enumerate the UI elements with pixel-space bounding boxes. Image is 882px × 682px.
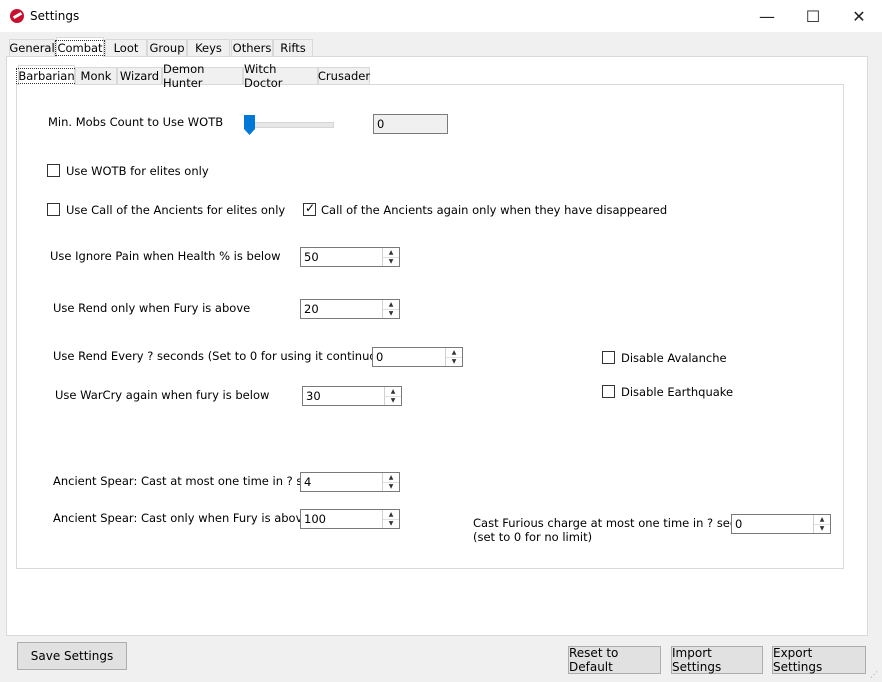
tab-rifts[interactable]: Rifts [273,39,313,56]
cota-again-disappeared-checkbox[interactable] [303,201,316,216]
resize-grip-icon[interactable]: ⋰ [870,670,880,680]
spin-down-icon[interactable]: ▼ [383,482,399,491]
rend-every-value: 0 [376,350,384,364]
barbarian-tab-page [16,84,844,569]
warcry-input[interactable]: 30 ▲ ▼ [302,386,402,406]
maximize-button[interactable]: ☐ [790,0,836,32]
spin-down-icon[interactable]: ▼ [383,519,399,528]
spear-cast-input[interactable]: 4 ▲ ▼ [300,472,400,492]
disable-earthquake-checkbox[interactable] [602,385,615,398]
spear-fury-value: 100 [304,512,326,526]
spear-fury-label: Ancient Spear: Cast only when Fury is ab… [53,511,310,525]
tab-keys[interactable]: Keys [187,39,230,56]
disable-earthquake-label[interactable]: Disable Earthquake [621,385,733,399]
furious-charge-input[interactable]: 0 ▲ ▼ [731,514,831,534]
wotb-min-mobs-label: Min. Mobs Count to Use WOTB [48,115,224,129]
wotb-min-mobs-slider-track[interactable] [248,122,334,128]
save-settings-button[interactable]: Save Settings [17,642,127,670]
ignore-pain-input[interactable]: 50 ▲ ▼ [300,247,400,267]
furious-charge-label: Cast Furious charge at most one time in … [473,516,764,530]
ignore-pain-value: 50 [304,250,319,264]
wotb-min-mobs-value-box: 0 [373,114,448,134]
disable-avalanche-checkbox[interactable] [602,351,615,364]
window-title: Settings [30,9,80,23]
tab-monk[interactable]: Monk [75,67,117,84]
spin-down-icon[interactable]: ▼ [383,309,399,318]
spear-fury-input[interactable]: 100 ▲ ▼ [300,509,400,529]
rend-every-label: Use Rend Every ? seconds (Set to 0 for u… [53,349,405,363]
import-settings-button[interactable]: Import Settings [671,646,763,674]
tab-group[interactable]: Group [147,39,187,56]
furious-charge-value: 0 [735,517,743,531]
rend-fury-value: 20 [304,302,319,316]
tab-demon-hunter[interactable]: Demon Hunter [162,62,243,90]
tab-witch-doctor[interactable]: Witch Doctor [243,62,318,90]
tab-crusader[interactable]: Crusader [318,67,370,84]
rend-every-input[interactable]: 0 ▲ ▼ [372,347,463,367]
minimize-button[interactable]: — [744,0,790,32]
tab-general[interactable]: General [9,39,55,56]
spear-cast-value: 4 [304,475,312,489]
spin-down-icon[interactable]: ▼ [814,524,830,533]
disable-avalanche-label[interactable]: Disable Avalanche [621,351,727,365]
wotb-min-mobs-slider-thumb[interactable] [244,115,255,135]
rend-fury-label: Use Rend only when Fury is above [53,301,251,315]
spin-down-icon[interactable]: ▼ [446,357,462,366]
ignore-pain-label: Use Ignore Pain when Health % is below [50,249,281,263]
furious-charge-sublabel: (set to 0 for no limit) [473,530,593,544]
warcry-label: Use WarCry again when fury is below [55,388,270,402]
tab-combat[interactable]: Combat [55,37,105,57]
cota-elites-only-label[interactable]: Use Call of the Ancients for elites only [66,203,285,217]
wotb-min-mobs-value: 0 [377,117,385,131]
cota-elites-only-checkbox[interactable] [47,203,60,216]
rend-fury-input[interactable]: 20 ▲ ▼ [300,299,400,319]
cota-again-disappeared-label[interactable]: Call of the Ancients again only when the… [321,203,667,217]
tab-wizard[interactable]: Wizard [117,67,162,84]
tab-loot[interactable]: Loot [105,39,147,56]
wotb-elites-only-checkbox[interactable] [47,164,60,177]
warcry-value: 30 [306,389,321,403]
close-button[interactable]: ✕ [836,0,882,32]
wotb-elites-only-label[interactable]: Use WOTB for elites only [66,164,209,178]
spin-down-icon[interactable]: ▼ [383,257,399,266]
export-settings-button[interactable]: Export Settings [772,646,866,674]
spin-down-icon[interactable]: ▼ [385,396,401,405]
app-logo-icon [10,9,24,23]
tab-barbarian[interactable]: Barbarian [16,65,77,85]
reset-to-default-button[interactable]: Reset to Default [568,646,661,674]
tab-others[interactable]: Others [231,39,273,56]
